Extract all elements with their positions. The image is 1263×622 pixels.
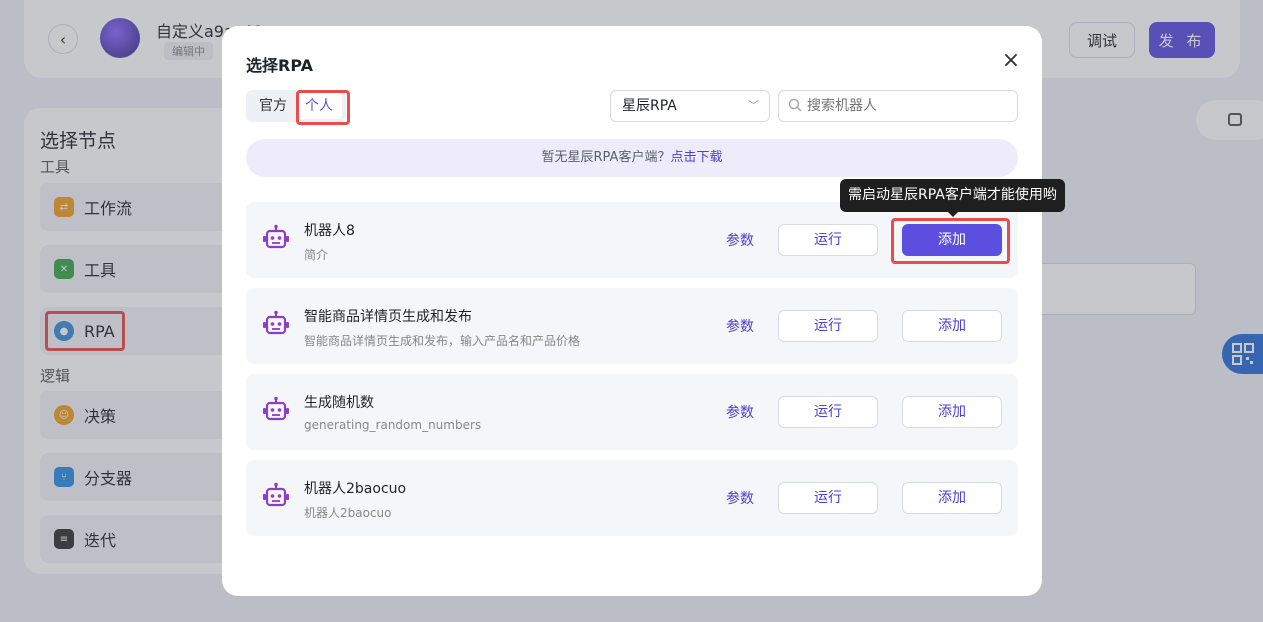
run-button[interactable]: 运行 bbox=[778, 224, 878, 256]
params-link[interactable]: 参数 bbox=[726, 402, 754, 422]
search-input[interactable] bbox=[778, 90, 1018, 122]
robot-icon bbox=[263, 224, 289, 249]
chevron-down-icon: ﹀ bbox=[748, 99, 759, 112]
tab-personal[interactable]: 个人 bbox=[296, 93, 342, 119]
source-tabs: 官方 个人 bbox=[246, 90, 346, 122]
tooltip-arrow bbox=[947, 211, 959, 217]
download-link[interactable]: 点击下载 bbox=[670, 150, 722, 165]
rpa-name: 生成随机数 bbox=[304, 395, 374, 411]
modal-title: 选择RPA bbox=[246, 56, 313, 75]
rpa-description: generating_random_numbers bbox=[304, 418, 482, 432]
rpa-name: 机器人2baocuo bbox=[304, 481, 407, 497]
tab-official[interactable]: 官方 bbox=[250, 93, 296, 119]
add-button[interactable]: 添加 bbox=[902, 224, 1002, 256]
rpa-description: 智能商品详情页生成和发布，输入产品名和产品价格 bbox=[304, 334, 581, 348]
rpa-source-select[interactable]: 星辰RPA ﹀ bbox=[610, 90, 770, 122]
rpa-list-item: 机器人2baocuo 机器人2baocuo 参数 运行 添加 bbox=[246, 460, 1018, 536]
rpa-description: 简介 bbox=[304, 248, 329, 262]
add-button[interactable]: 添加 bbox=[902, 396, 1002, 428]
run-button[interactable]: 运行 bbox=[778, 310, 878, 342]
robot-icon bbox=[263, 396, 289, 421]
params-link[interactable]: 参数 bbox=[726, 488, 754, 508]
add-button[interactable]: 添加 bbox=[902, 482, 1002, 514]
rpa-name: 机器人8 bbox=[304, 223, 355, 239]
robot-icon bbox=[263, 310, 289, 335]
params-link[interactable]: 参数 bbox=[726, 230, 754, 250]
params-link[interactable]: 参数 bbox=[726, 316, 754, 336]
close-icon[interactable]: × bbox=[1000, 50, 1022, 72]
banner-text: 暂无星辰RPA客户端？ bbox=[541, 150, 671, 165]
run-button[interactable]: 运行 bbox=[778, 482, 878, 514]
rpa-list-item: 机器人8 简介 参数 运行 添加 bbox=[246, 202, 1018, 278]
download-banner: 暂无星辰RPA客户端？点击下载 bbox=[246, 139, 1018, 177]
client-required-tooltip: 需启动星辰RPA客户端才能使用哟 bbox=[840, 179, 1065, 212]
add-button[interactable]: 添加 bbox=[902, 310, 1002, 342]
rpa-list-item: 智能商品详情页生成和发布 智能商品详情页生成和发布，输入产品名和产品价格 参数 … bbox=[246, 288, 1018, 364]
rpa-name: 智能商品详情页生成和发布 bbox=[304, 309, 472, 325]
rpa-description: 机器人2baocuo bbox=[304, 506, 392, 520]
search-icon bbox=[788, 98, 802, 112]
robot-icon bbox=[263, 482, 289, 507]
run-button[interactable]: 运行 bbox=[778, 396, 878, 428]
select-value: 星辰RPA bbox=[622, 98, 677, 114]
rpa-list-item: 生成随机数 generating_random_numbers 参数 运行 添加 bbox=[246, 374, 1018, 450]
select-rpa-modal: 选择RPA × 官方 个人 星辰RPA ﹀ 暂无星辰RPA客户端？点击下载 机器… bbox=[222, 26, 1065, 596]
